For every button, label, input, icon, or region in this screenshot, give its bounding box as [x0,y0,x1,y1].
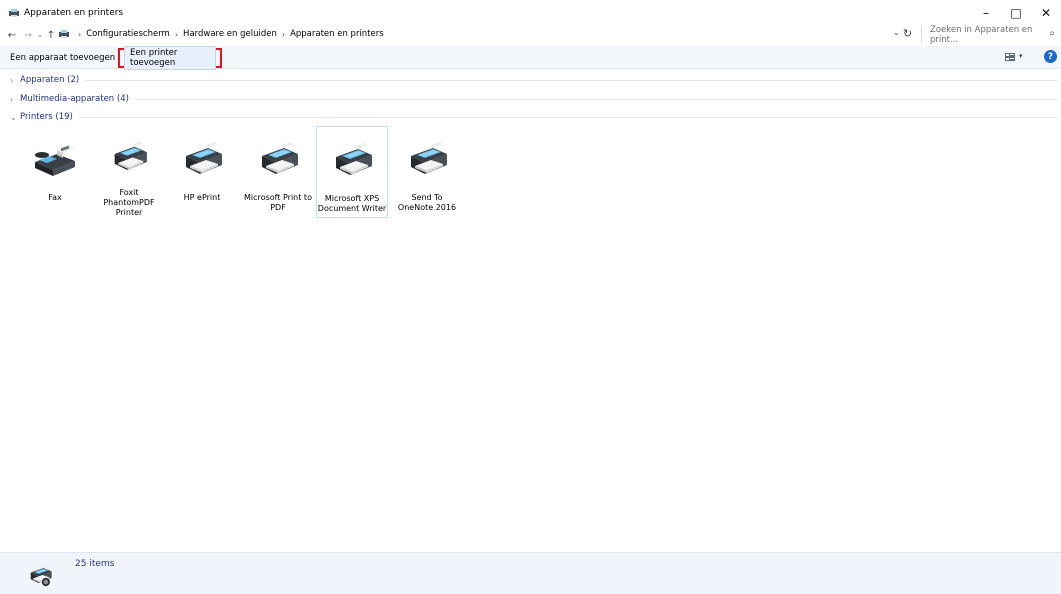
command-bar: Een apparaat toevoegen Een printer toevo… [0,46,1061,70]
printer-icon [105,136,153,179]
add-printer-label: Een printer toevoegen [124,46,216,70]
printer-tile-label: Fax [48,193,62,202]
expand-chevron-icon[interactable]: › [10,76,20,85]
close-button[interactable]: ✕ [1031,0,1061,26]
group-devices[interactable]: › Apparaten (2) [10,74,1058,86]
devices-printers-app-icon [9,9,19,17]
search-icon[interactable]: ⌕ [1049,28,1055,39]
printer-tile-onenote[interactable]: Send To OneNote 2016 [391,126,463,218]
back-arrow-icon[interactable]: ← [5,27,19,43]
printer-tile-ms-xps-writer[interactable]: Microsoft XPS Document Writer [316,126,388,218]
breadcrumb-chevron-icon[interactable]: › [78,30,81,39]
expand-chevron-icon[interactable]: › [10,95,20,104]
search-placeholder: Zoeken in Apparaten en print... [930,24,1033,45]
collapse-chevron-icon[interactable]: ⌄ [10,113,20,122]
printer-tile-foxit[interactable]: Foxit PhantomPDF Printer [93,126,165,218]
printer-icon [328,137,376,185]
breadcrumb-control-panel[interactable]: Configuratiescherm [86,29,170,39]
group-multimedia[interactable]: › Multimedia-apparaten (4) [10,93,1058,105]
view-options-dropdown-icon[interactable]: ▾ [1019,52,1023,60]
printer-icon [403,136,451,184]
refresh-icon[interactable]: ↻ [903,27,912,40]
add-printer-button[interactable]: Een printer toevoegen [118,46,222,70]
printer-tile-fax[interactable]: Fax [19,126,91,218]
address-bar: ← → ⌄ ↑ › Configuratiescherm › Hardware … [0,24,1061,45]
printer-tile-label: Foxit PhantomPDF Printer [103,188,155,217]
printer-tile-ms-print-to-pdf[interactable]: Microsoft Print to PDF [242,126,314,218]
printer-icon [178,136,226,184]
printer-icon [254,136,302,184]
breadcrumb-hardware-sound[interactable]: Hardware en geluiden [183,29,277,39]
printer-tile-label: Microsoft XPS Document Writer [317,194,387,213]
printer-tile-label: HP ePrint [183,193,221,202]
printer-camera-icon [26,561,54,587]
devices-printers-window: Apparaten en printers – □ ✕ ← → ⌄ ↑ › Co… [0,0,1061,594]
breadcrumb-chevron-icon[interactable]: › [175,30,178,39]
printer-tile-label: Send To OneNote 2016 [397,193,457,212]
title-bar: Apparaten en printers – □ ✕ [0,0,1061,26]
group-divider [78,116,1058,118]
breadcrumb-chevron-icon[interactable]: › [282,30,285,39]
group-divider [85,79,1058,81]
help-icon[interactable]: ? [1044,50,1057,63]
up-arrow-icon[interactable]: ↑ [44,27,58,43]
details-pane: 25 items [0,552,1061,594]
breadcrumb-devices-printers[interactable]: Apparaten en printers [290,29,384,39]
fax-icon [31,136,79,184]
add-device-button[interactable]: Een apparaat toevoegen [6,50,119,66]
breadcrumb: › Configuratiescherm › Hardware en gelui… [58,29,384,39]
printer-tile-label: Microsoft Print to PDF [244,193,312,212]
group-devices-label: Apparaten (2) [20,75,80,85]
address-dropdown-icon[interactable]: ⌄ [893,28,900,37]
group-printers[interactable]: ⌄ Printers (19) [10,111,1058,123]
item-count: 25 items [75,559,115,569]
group-multimedia-label: Multimedia-apparaten (4) [20,94,129,104]
group-printers-label: Printers (19) [20,112,73,122]
maximize-button[interactable]: □ [1001,0,1031,26]
window-title: Apparaten en printers [24,8,124,18]
minimize-button[interactable]: – [971,0,1001,26]
group-divider [134,98,1058,100]
search-input[interactable]: Zoeken in Apparaten en print... ⌕ [921,24,1059,45]
control-panel-icon [59,30,69,38]
change-view-icon[interactable] [1005,53,1015,61]
printer-tile-hp-eprint[interactable]: HP ePrint [166,126,238,218]
